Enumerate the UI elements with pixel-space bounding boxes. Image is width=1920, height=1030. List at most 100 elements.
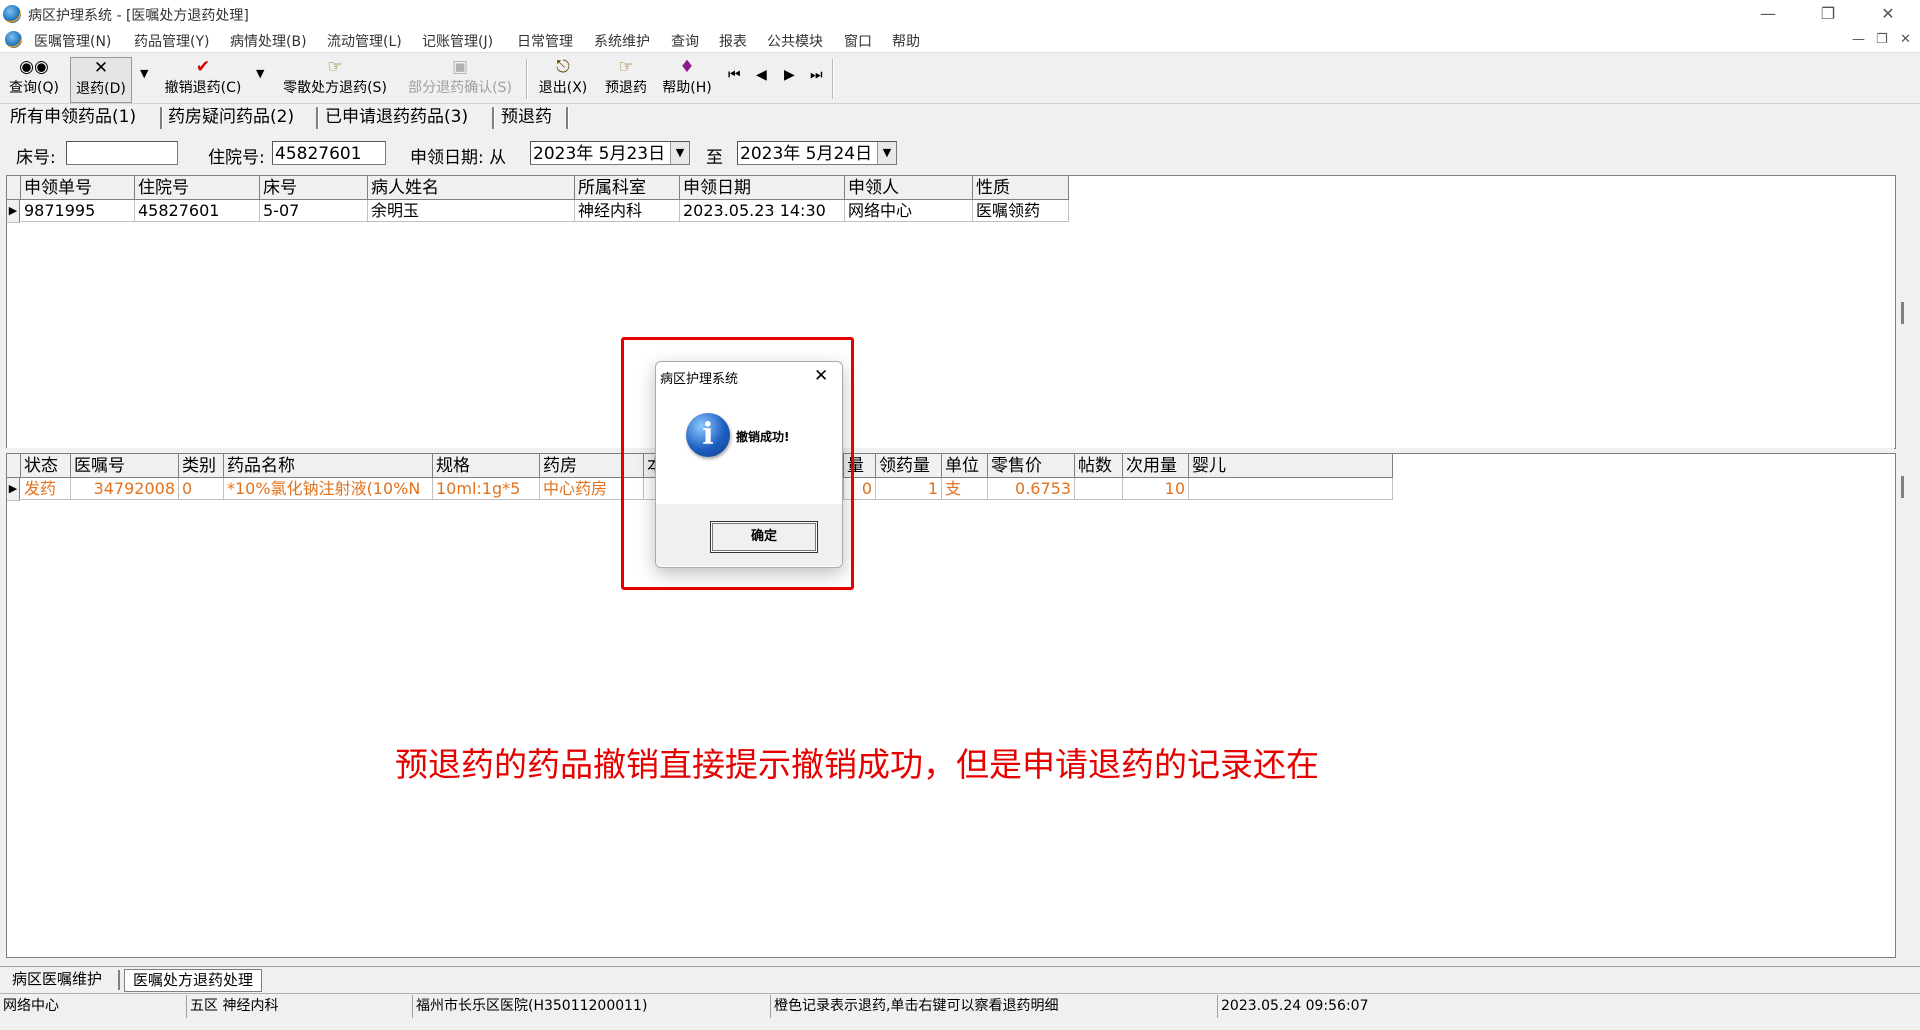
table-cell[interactable]: 1 bbox=[876, 478, 942, 500]
mdi-close-icon[interactable]: ✕ bbox=[1900, 32, 1911, 47]
tab-separator bbox=[160, 107, 163, 129]
date-from-dropdown-icon[interactable]: ▼ bbox=[670, 142, 689, 164]
table-cell[interactable]: 神经内科 bbox=[575, 200, 680, 222]
return-dropdown-icon[interactable]: ▼ bbox=[140, 67, 148, 80]
menu-window[interactable]: 窗口 bbox=[844, 31, 872, 51]
cancel-dropdown-icon[interactable]: ▼ bbox=[256, 67, 264, 80]
order-details-grid: 状态 医嘱号 类别 药品名称 规格 药房 本 量 领药量 单位 零售价 帖数 次… bbox=[6, 453, 1904, 958]
tab-pharmacy-query[interactable]: 药房疑问药品(2) bbox=[168, 104, 294, 130]
table-cell[interactable]: *10%氯化钠注射液(10%N bbox=[224, 478, 433, 500]
column-header[interactable]: 病人姓名 bbox=[368, 176, 575, 200]
first-record-icon[interactable]: ⏮ bbox=[728, 67, 741, 83]
table-cell[interactable]: 10 bbox=[1123, 478, 1189, 500]
menu-query[interactable]: 查询 bbox=[671, 31, 699, 51]
menu-report[interactable]: 报表 bbox=[719, 31, 747, 51]
restore-icon[interactable]: ❐ bbox=[1800, 0, 1856, 28]
exit-door-icon: ⎋ bbox=[556, 57, 570, 77]
title-bar: 病区护理系统 - [医嘱处方退药处理] — ❐ ✕ bbox=[0, 0, 1920, 28]
column-header[interactable]: 医嘱号 bbox=[71, 454, 179, 478]
vertical-scrollbar[interactable] bbox=[1901, 302, 1904, 324]
prev-record-icon[interactable]: ◀ bbox=[756, 67, 767, 83]
table-cell[interactable]: 发药 bbox=[21, 478, 71, 500]
table-cell[interactable]: 9871995 bbox=[21, 200, 135, 222]
x-mark-icon: ✕ bbox=[93, 58, 109, 78]
column-header[interactable]: 领药量 bbox=[876, 454, 942, 478]
table-cell[interactable]: 10ml:1g*5 bbox=[433, 478, 540, 500]
return-button[interactable]: ✕ 退药(D) bbox=[70, 57, 132, 103]
bed-input[interactable] bbox=[66, 141, 178, 165]
table-cell[interactable]: 5-07 bbox=[260, 200, 368, 222]
inpatient-input[interactable]: 45827601 bbox=[272, 141, 386, 165]
toolbar: ◉◉ 查询(Q) ✕ 退药(D) ▼ ✔ 撤销退药(C) ▼ ☞ 零散处方退药(… bbox=[0, 53, 1920, 104]
column-header[interactable]: 婴儿 bbox=[1189, 454, 1393, 478]
table-cell[interactable]: 34792008 bbox=[71, 478, 179, 500]
column-header[interactable]: 类别 bbox=[179, 454, 224, 478]
help-button[interactable]: ♦ 帮助(H) bbox=[658, 57, 716, 101]
column-header[interactable]: 药品名称 bbox=[224, 454, 433, 478]
tab-pre-return[interactable]: 预退药 bbox=[501, 104, 552, 130]
menu-drugs[interactable]: 药品管理(Y) bbox=[134, 31, 209, 51]
menu-help[interactable]: 帮助 bbox=[892, 31, 920, 51]
menu-system[interactable]: 系统维护 bbox=[594, 31, 650, 51]
query-button[interactable]: ◉◉ 查询(Q) bbox=[6, 57, 62, 101]
menu-daily[interactable]: 日常管理 bbox=[517, 31, 573, 51]
column-header[interactable]: 申领日期 bbox=[680, 176, 845, 200]
column-header[interactable]: 次用量 bbox=[1123, 454, 1189, 478]
checkmark-icon: ✔ bbox=[195, 57, 211, 77]
last-record-icon[interactable]: ⏭ bbox=[810, 67, 823, 83]
column-header[interactable]: 申领单号 bbox=[21, 176, 135, 200]
column-header[interactable]: 零售价 bbox=[988, 454, 1075, 478]
table-cell[interactable] bbox=[1075, 478, 1123, 500]
vertical-scrollbar[interactable] bbox=[1901, 476, 1904, 498]
loose-return-button[interactable]: ☞ 零散处方退药(S) bbox=[278, 57, 392, 101]
column-header[interactable]: 性质 bbox=[973, 176, 1069, 200]
column-header[interactable]: 规格 bbox=[433, 454, 540, 478]
partial-confirm-button[interactable]: ▣ 部分退药确认(S) bbox=[404, 57, 516, 101]
menu-flow[interactable]: 流动管理(L) bbox=[327, 31, 402, 51]
grid-corner bbox=[7, 176, 21, 200]
mdi-logo-icon bbox=[5, 31, 22, 48]
table-cell[interactable]: 余明玉 bbox=[368, 200, 575, 222]
menu-condition[interactable]: 病情处理(B) bbox=[230, 31, 307, 51]
date-to-picker[interactable]: 2023年 5月24日 ▼ bbox=[737, 141, 897, 165]
table-cell[interactable]: 2023.05.23 14:30 bbox=[680, 200, 845, 222]
help-book-icon: ♦ bbox=[679, 57, 695, 77]
mdi-restore-icon[interactable]: ❐ bbox=[1876, 32, 1888, 47]
table-cell[interactable]: 45827601 bbox=[135, 200, 260, 222]
menu-public[interactable]: 公共模块 bbox=[767, 31, 823, 51]
bed-label: 床号: bbox=[16, 148, 56, 168]
column-header[interactable]: 状态 bbox=[21, 454, 71, 478]
column-header[interactable]: 住院号 bbox=[135, 176, 260, 200]
table-cell[interactable]: 0 bbox=[179, 478, 224, 500]
app-logo-icon bbox=[3, 5, 21, 23]
column-header[interactable]: 床号 bbox=[260, 176, 368, 200]
table-cell[interactable] bbox=[1189, 478, 1393, 500]
column-header[interactable]: 所属科室 bbox=[575, 176, 680, 200]
close-icon[interactable]: ✕ bbox=[1860, 0, 1916, 28]
tab-return-processing[interactable]: 医嘱处方退药处理 bbox=[124, 969, 263, 992]
date-from-picker[interactable]: 2023年 5月23日 ▼ bbox=[530, 141, 690, 165]
table-cell[interactable]: 0.6753 bbox=[988, 478, 1075, 500]
tab-ward-orders[interactable]: 病区医嘱维护 bbox=[4, 969, 110, 990]
date-to-dropdown-icon[interactable]: ▼ bbox=[877, 142, 896, 164]
tab-all-claimed[interactable]: 所有申领药品(1) bbox=[10, 104, 136, 130]
column-header[interactable]: 帖数 bbox=[1075, 454, 1123, 478]
table-cell[interactable]: 医嘱领药 bbox=[973, 200, 1069, 222]
mdi-minimize-icon[interactable]: — bbox=[1852, 32, 1865, 47]
menu-billing[interactable]: 记账管理(J) bbox=[422, 31, 493, 51]
cancel-return-button[interactable]: ✔ 撤销退药(C) bbox=[160, 57, 246, 101]
exit-button[interactable]: ⎋ 退出(X) bbox=[534, 57, 592, 101]
pre-return-button[interactable]: ☞ 预退药 bbox=[600, 57, 652, 101]
tab-applied-return[interactable]: 已申请退药药品(3) bbox=[325, 104, 468, 130]
status-hint: 橙色记录表示退药,单击右键可以察看退药明细 bbox=[771, 995, 1218, 1018]
table-cell[interactable]: 网络中心 bbox=[845, 200, 973, 222]
column-header[interactable]: 申领人 bbox=[845, 176, 973, 200]
menu-orders[interactable]: 医嘱管理(N) bbox=[34, 31, 111, 51]
minimize-icon[interactable]: — bbox=[1740, 0, 1796, 28]
next-record-icon[interactable]: ▶ bbox=[784, 67, 795, 83]
tab-separator bbox=[316, 107, 319, 129]
column-header[interactable]: 单位 bbox=[942, 454, 988, 478]
table-cell[interactable]: 支 bbox=[942, 478, 988, 500]
annotation-text: 预退药的药品撤销直接提示撤销成功，但是申请退药的记录还在 bbox=[395, 745, 1319, 784]
window-title: 病区护理系统 - [医嘱处方退药处理] bbox=[28, 8, 249, 24]
